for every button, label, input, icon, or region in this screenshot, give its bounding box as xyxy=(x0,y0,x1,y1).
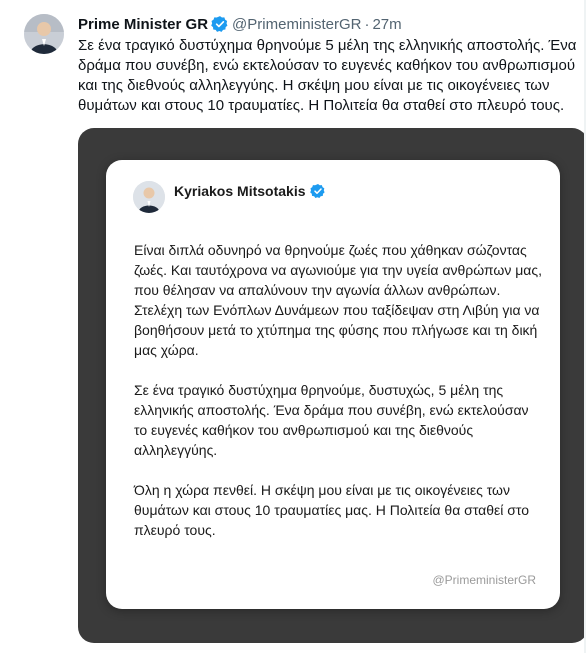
tweet-media-image[interactable]: Kyriakos Mitsotakis Είναι διπλά οδυνηρό … xyxy=(78,128,586,643)
author-avatar[interactable] xyxy=(24,14,64,54)
card-footer-handle: @PrimeministerGR xyxy=(432,573,536,587)
separator-dot: · xyxy=(364,16,370,33)
tweet-text: Σε ένα τραγικό δυστύχημα θρηνούμε 5 μέλη… xyxy=(78,37,577,114)
card-paragraph: Σε ένα τραγικό δυστύχημα θρηνούμε, δυστυ… xyxy=(134,382,529,458)
verified-badge-icon xyxy=(309,184,325,198)
card-body: Είναι διπλά οδυνηρό να θρηνούμε ζωές που… xyxy=(134,240,542,560)
card-paragraph: Όλη η χώρα πενθεί. Η σκέψη μου είναι με … xyxy=(134,482,530,538)
tweet[interactable]: Prime Minister GR @PrimeministerGR · 27m Σε… xyxy=(0,0,586,653)
card-avatar xyxy=(133,181,165,213)
author-name[interactable]: Prime Minister GR xyxy=(78,16,208,33)
card-author-name: Kyriakos Mitsotakis xyxy=(174,183,306,199)
avatar-portrait-icon xyxy=(133,181,165,213)
avatar-portrait-icon xyxy=(24,14,64,54)
statement-card: Kyriakos Mitsotakis Είναι διπλά οδυνηρό … xyxy=(106,160,560,609)
verified-badge-icon xyxy=(211,16,228,32)
tweet-header: Prime Minister GR @PrimeministerGR · 27m xyxy=(78,15,402,35)
author-handle[interactable]: @PrimeministerGR xyxy=(232,16,361,33)
card-paragraph: Είναι διπλά οδυνηρό να θρηνούμε ζωές που… xyxy=(134,242,543,358)
tweet-timestamp[interactable]: 27m xyxy=(372,16,401,33)
card-author-line: Kyriakos Mitsotakis xyxy=(174,183,326,199)
